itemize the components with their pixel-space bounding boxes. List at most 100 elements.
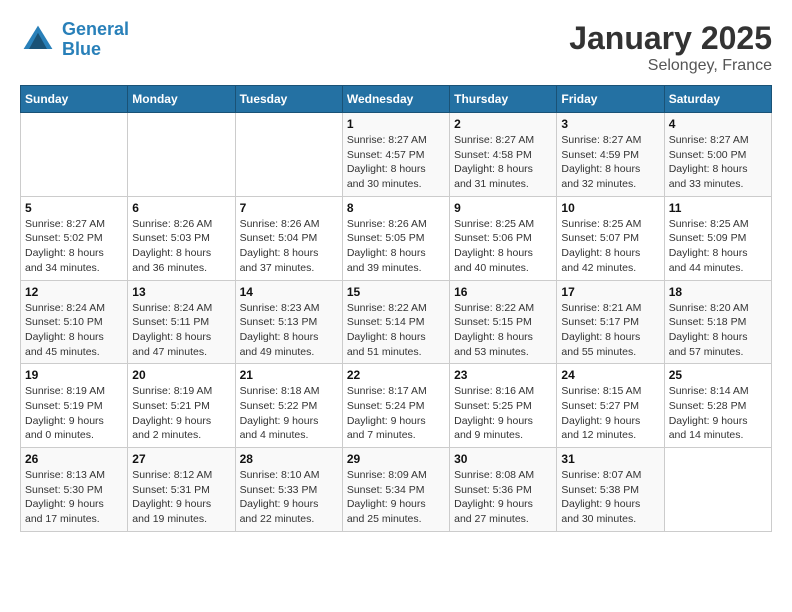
day-number: 15 [347, 285, 445, 299]
day-number: 13 [132, 285, 230, 299]
weekday-header-wednesday: Wednesday [342, 86, 449, 113]
day-number: 16 [454, 285, 552, 299]
calendar-table: SundayMondayTuesdayWednesdayThursdayFrid… [20, 85, 772, 532]
day-number: 12 [25, 285, 123, 299]
calendar-cell: 21 Sunrise: 8:18 AM Sunset: 5:22 PM Dayli… [235, 364, 342, 448]
day-number: 17 [561, 285, 659, 299]
day-number: 30 [454, 452, 552, 466]
day-info: Sunrise: 8:25 AM Sunset: 5:06 PM Dayligh… [454, 217, 552, 276]
calendar-cell [235, 113, 342, 197]
day-info: Sunrise: 8:27 AM Sunset: 4:58 PM Dayligh… [454, 133, 552, 192]
calendar-week-4: 19Sunrise: 8:19 AM Sunset: 5:19 PM Dayli… [21, 364, 772, 448]
day-number: 24 [561, 368, 659, 382]
day-number: 14 [240, 285, 338, 299]
day-number: 21 [240, 368, 338, 382]
calendar-cell: 3 Sunrise: 8:27 AM Sunset: 4:59 PM Daylig… [557, 113, 664, 197]
calendar-cell: 12 Sunrise: 8:24 AM Sunset: 5:10 PM Dayli… [21, 280, 128, 364]
day-number: 6 [132, 201, 230, 215]
logo-line2: Blue [62, 39, 101, 59]
day-number: 29 [347, 452, 445, 466]
day-info: Sunrise: 8:19 AM Sunset: 5:21 PM Dayligh… [132, 384, 230, 443]
day-number: 10 [561, 201, 659, 215]
page-header: General Blue January 2025 Selongey, Fran… [20, 20, 772, 75]
day-number: 11 [669, 201, 767, 215]
day-info: Sunrise: 8:25 AM Sunset: 5:09 PM Dayligh… [669, 217, 767, 276]
calendar-cell: 17 Sunrise: 8:21 AM Sunset: 5:17 PM Dayli… [557, 280, 664, 364]
calendar-cell: 9 Sunrise: 8:25 AM Sunset: 5:06 PM Daylig… [450, 196, 557, 280]
day-number: 9 [454, 201, 552, 215]
day-info: Sunrise: 8:25 AM Sunset: 5:07 PM Dayligh… [561, 217, 659, 276]
day-number: 19 [25, 368, 123, 382]
day-info: Sunrise: 8:15 AM Sunset: 5:27 PM Dayligh… [561, 384, 659, 443]
calendar-cell: 2 Sunrise: 8:27 AM Sunset: 4:58 PM Daylig… [450, 113, 557, 197]
weekday-header-monday: Monday [128, 86, 235, 113]
day-number: 31 [561, 452, 659, 466]
calendar-week-2: 5Sunrise: 8:27 AM Sunset: 5:02 PM Daylig… [21, 196, 772, 280]
day-number: 28 [240, 452, 338, 466]
weekday-header-friday: Friday [557, 86, 664, 113]
calendar-week-3: 12 Sunrise: 8:24 AM Sunset: 5:10 PM Dayli… [21, 280, 772, 364]
calendar-cell: 20 Sunrise: 8:19 AM Sunset: 5:21 PM Dayli… [128, 364, 235, 448]
calendar-cell [128, 113, 235, 197]
location-title: Selongey, France [569, 57, 772, 75]
calendar-cell [664, 448, 771, 532]
calendar-cell [21, 113, 128, 197]
day-info: Sunrise: 8:08 AM Sunset: 5:36 PM Dayligh… [454, 468, 552, 527]
calendar-cell: 22Sunrise: 8:17 AM Sunset: 5:24 PM Dayli… [342, 364, 449, 448]
calendar-cell: 27Sunrise: 8:12 AM Sunset: 5:31 PM Dayli… [128, 448, 235, 532]
day-info: Sunrise: 8:22 AM Sunset: 5:15 PM Dayligh… [454, 301, 552, 360]
calendar-cell: 28Sunrise: 8:10 AM Sunset: 5:33 PM Dayli… [235, 448, 342, 532]
day-number: 22 [347, 368, 445, 382]
day-info: Sunrise: 8:26 AM Sunset: 5:03 PM Dayligh… [132, 217, 230, 276]
weekday-header-saturday: Saturday [664, 86, 771, 113]
day-info: Sunrise: 8:26 AM Sunset: 5:04 PM Dayligh… [240, 217, 338, 276]
calendar-cell: 30 Sunrise: 8:08 AM Sunset: 5:36 PM Dayli… [450, 448, 557, 532]
day-info: Sunrise: 8:12 AM Sunset: 5:31 PM Dayligh… [132, 468, 230, 527]
logo-text: General Blue [62, 20, 129, 60]
calendar-cell: 7 Sunrise: 8:26 AM Sunset: 5:04 PM Daylig… [235, 196, 342, 280]
calendar-header-row: SundayMondayTuesdayWednesdayThursdayFrid… [21, 86, 772, 113]
calendar-cell: 6 Sunrise: 8:26 AM Sunset: 5:03 PM Daylig… [128, 196, 235, 280]
calendar-cell: 11 Sunrise: 8:25 AM Sunset: 5:09 PM Dayli… [664, 196, 771, 280]
weekday-header-sunday: Sunday [21, 86, 128, 113]
calendar-cell: 15 Sunrise: 8:22 AM Sunset: 5:14 PM Dayli… [342, 280, 449, 364]
day-number: 20 [132, 368, 230, 382]
calendar-cell: 19Sunrise: 8:19 AM Sunset: 5:19 PM Dayli… [21, 364, 128, 448]
day-info: Sunrise: 8:16 AM Sunset: 5:25 PM Dayligh… [454, 384, 552, 443]
calendar-cell: 16 Sunrise: 8:22 AM Sunset: 5:15 PM Dayli… [450, 280, 557, 364]
day-number: 3 [561, 117, 659, 131]
calendar-cell: 18Sunrise: 8:20 AM Sunset: 5:18 PM Dayli… [664, 280, 771, 364]
calendar-cell: 14Sunrise: 8:23 AM Sunset: 5:13 PM Dayli… [235, 280, 342, 364]
calendar-cell: 26 Sunrise: 8:13 AM Sunset: 5:30 PM Dayli… [21, 448, 128, 532]
day-info: Sunrise: 8:24 AM Sunset: 5:10 PM Dayligh… [25, 301, 123, 360]
day-number: 4 [669, 117, 767, 131]
day-info: Sunrise: 8:27 AM Sunset: 4:59 PM Dayligh… [561, 133, 659, 192]
calendar-cell: 5Sunrise: 8:27 AM Sunset: 5:02 PM Daylig… [21, 196, 128, 280]
day-info: Sunrise: 8:21 AM Sunset: 5:17 PM Dayligh… [561, 301, 659, 360]
logo-line1: General [62, 19, 129, 39]
calendar-cell: 31Sunrise: 8:07 AM Sunset: 5:38 PM Dayli… [557, 448, 664, 532]
day-info: Sunrise: 8:18 AM Sunset: 5:22 PM Dayligh… [240, 384, 338, 443]
title-block: January 2025 Selongey, France [569, 20, 772, 75]
calendar-cell: 8 Sunrise: 8:26 AM Sunset: 5:05 PM Daylig… [342, 196, 449, 280]
calendar-cell: 10 Sunrise: 8:25 AM Sunset: 5:07 PM Dayli… [557, 196, 664, 280]
day-info: Sunrise: 8:09 AM Sunset: 5:34 PM Dayligh… [347, 468, 445, 527]
weekday-header-tuesday: Tuesday [235, 86, 342, 113]
day-info: Sunrise: 8:13 AM Sunset: 5:30 PM Dayligh… [25, 468, 123, 527]
day-info: Sunrise: 8:26 AM Sunset: 5:05 PM Dayligh… [347, 217, 445, 276]
day-number: 1 [347, 117, 445, 131]
calendar-week-1: 1 Sunrise: 8:27 AM Sunset: 4:57 PM Daylig… [21, 113, 772, 197]
calendar-cell: 13 Sunrise: 8:24 AM Sunset: 5:11 PM Dayli… [128, 280, 235, 364]
day-number: 26 [25, 452, 123, 466]
day-info: Sunrise: 8:22 AM Sunset: 5:14 PM Dayligh… [347, 301, 445, 360]
calendar-week-5: 26 Sunrise: 8:13 AM Sunset: 5:30 PM Dayli… [21, 448, 772, 532]
day-info: Sunrise: 8:27 AM Sunset: 4:57 PM Dayligh… [347, 133, 445, 192]
day-number: 23 [454, 368, 552, 382]
day-info: Sunrise: 8:20 AM Sunset: 5:18 PM Dayligh… [669, 301, 767, 360]
day-info: Sunrise: 8:27 AM Sunset: 5:00 PM Dayligh… [669, 133, 767, 192]
month-title: January 2025 [569, 20, 772, 57]
day-number: 2 [454, 117, 552, 131]
day-number: 8 [347, 201, 445, 215]
day-number: 7 [240, 201, 338, 215]
day-info: Sunrise: 8:24 AM Sunset: 5:11 PM Dayligh… [132, 301, 230, 360]
